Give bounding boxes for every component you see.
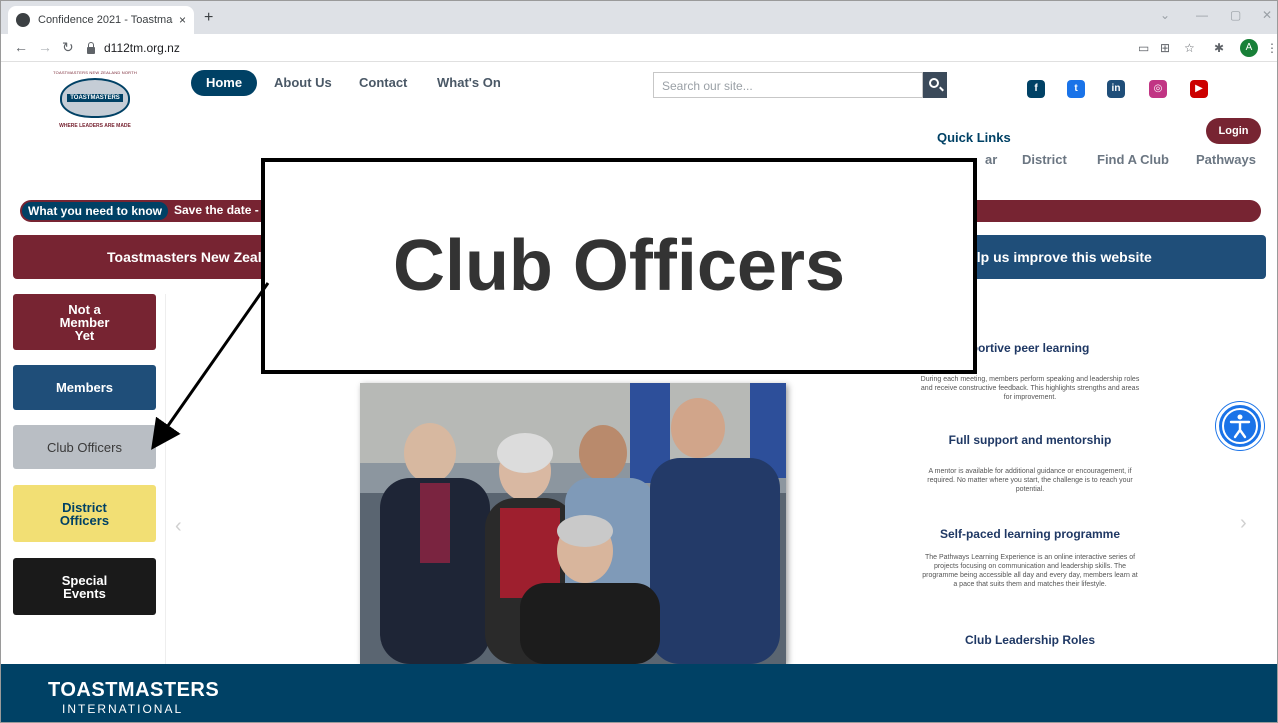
sidebar-district-officers[interactable]: District Officers [13, 485, 156, 542]
quick-link-find-a-club[interactable]: Find A Club [1097, 152, 1169, 167]
restore-button[interactable]: ▢ [1230, 8, 1241, 22]
ticker-label: What you need to know [22, 202, 168, 220]
callout-text: Club Officers [392, 226, 846, 306]
instagram-icon[interactable]: ◎ [1149, 80, 1167, 98]
minimize-button[interactable]: — [1196, 8, 1208, 22]
site-logo[interactable]: TOASTMASTERS NEW ZEALAND NORTH TOASTMAST… [48, 70, 142, 136]
sidebar-label: Special Events [61, 572, 108, 601]
tab-search-icon[interactable]: ⌄ [1160, 8, 1170, 22]
login-button[interactable]: Login [1206, 118, 1261, 144]
qr-code-icon[interactable]: ⊞ [1160, 41, 1170, 55]
footer-brand: TOASTMASTERS [48, 679, 220, 701]
close-window-button[interactable]: ✕ [1262, 8, 1272, 22]
globe-icon [16, 13, 30, 27]
carousel-next-icon[interactable]: › [1240, 512, 1247, 535]
search-button[interactable] [923, 72, 947, 98]
youtube-icon[interactable]: ▶ [1190, 80, 1208, 98]
quick-link-calendar[interactable]: ar [985, 152, 997, 167]
sidebar-not-a-member-yet[interactable]: Not a Member Yet [13, 294, 156, 350]
site-search-input[interactable]: Search our site... [653, 72, 923, 98]
tab-close-icon[interactable]: × [179, 13, 186, 27]
sidebar-label: Not a Member Yet [59, 301, 110, 343]
new-tab-button[interactable]: + [204, 9, 213, 27]
quick-link-pathways[interactable]: Pathways [1196, 152, 1256, 167]
back-arrow-icon[interactable]: ← [14, 39, 28, 55]
sidebar-label: Club Officers [47, 439, 122, 455]
twitter-icon[interactable]: t [1067, 80, 1085, 98]
sidebar-members[interactable]: Members [13, 365, 156, 410]
reload-icon[interactable]: ↻ [62, 39, 74, 56]
accessibility-icon [1222, 408, 1258, 444]
sidebar-special-events[interactable]: Special Events [13, 558, 156, 615]
site-footer: TOASTMASTERS INTERNATIONAL [0, 664, 1278, 723]
nav-about-us[interactable]: About Us [274, 75, 332, 90]
nav-contact[interactable]: Contact [359, 75, 407, 90]
feature-body: The Pathways Learning Experience is an o… [922, 554, 1138, 588]
logo-tagline: WHERE LEADERS ARE MADE [59, 123, 131, 129]
browser-tab-bar: Confidence 2021 - Toastmasters × + ⌄ — ▢… [0, 0, 1278, 34]
lock-icon [86, 42, 96, 54]
sidebar-club-officers[interactable]: Club Officers [13, 425, 156, 469]
extensions-icon[interactable]: ✱ [1214, 41, 1224, 55]
quick-link-district[interactable]: District [1022, 152, 1067, 167]
kebab-menu-icon[interactable]: ⋮ [1266, 41, 1278, 55]
forward-arrow-icon[interactable]: → [38, 39, 52, 55]
nav-home[interactable]: Home [191, 70, 257, 96]
feature-title: Club Leadership Roles [964, 633, 1096, 647]
footer-subtitle: INTERNATIONAL [62, 702, 184, 716]
callout-box: Club Officers [261, 158, 977, 374]
accessibility-button[interactable] [1216, 402, 1264, 450]
group-photo [360, 383, 786, 664]
group-photo-illustration [360, 383, 786, 664]
cast-icon[interactable]: ▭ [1138, 41, 1149, 55]
logo-top-text: TOASTMASTERS NEW ZEALAND NORTH [53, 70, 137, 75]
sidebar-label: Members [55, 380, 114, 395]
nav-whats-on[interactable]: What's On [437, 75, 501, 90]
search-icon [929, 78, 939, 88]
browser-address-bar: ← → ↻ d112tm.org.nz ▭ ⊞ ☆ ✱ A ⋮ [0, 34, 1278, 62]
sidebar-label: District Officers [59, 499, 110, 528]
quick-links-title: Quick Links [937, 130, 1011, 145]
facebook-icon[interactable]: f [1027, 80, 1045, 98]
toastmasters-crest-icon: TOASTMASTERS [60, 78, 130, 118]
feature-title: Full support and mentorship [948, 433, 1112, 447]
linkedin-icon[interactable]: in [1107, 80, 1125, 98]
feature-body: A mentor is available for additional gui… [927, 468, 1133, 493]
carousel-prev-icon[interactable]: ‹ [175, 515, 182, 538]
url-text: d112tm.org.nz [104, 41, 180, 55]
feature-title: Self-paced learning programme [939, 527, 1121, 541]
feature-body: During each meeting, members perform spe… [920, 376, 1140, 401]
profile-avatar[interactable]: A [1240, 39, 1258, 57]
ticker-message[interactable]: Save the date - [174, 203, 259, 217]
bookmark-star-icon[interactable]: ☆ [1184, 41, 1195, 55]
url-field[interactable]: d112tm.org.nz [86, 38, 1126, 58]
tab-title: Confidence 2021 - Toastmasters [38, 14, 173, 26]
browser-tab[interactable]: Confidence 2021 - Toastmasters × [8, 6, 194, 34]
crest-text: TOASTMASTERS [67, 94, 123, 102]
